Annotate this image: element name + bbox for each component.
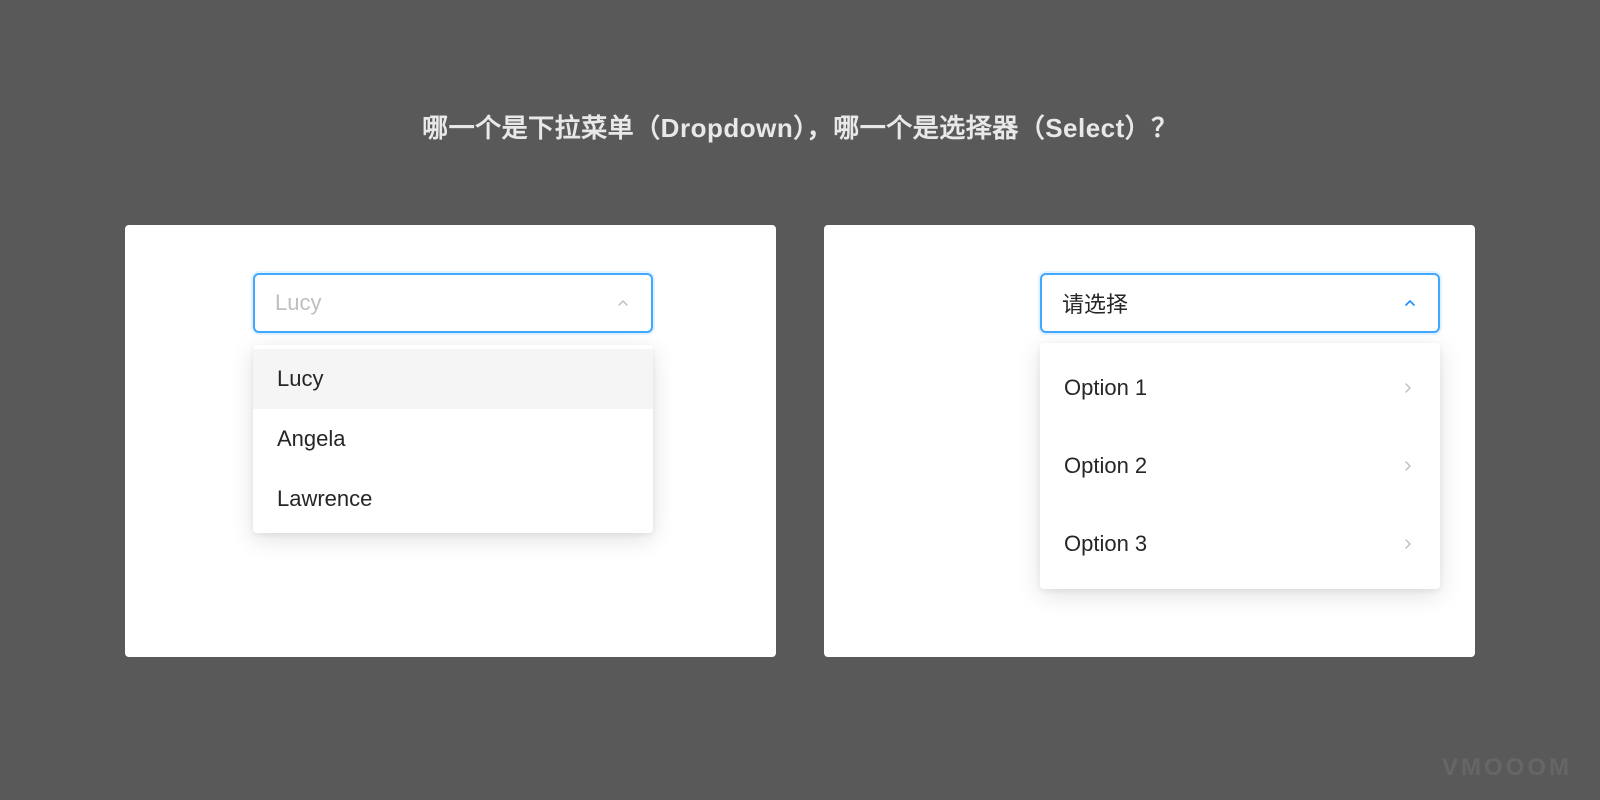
option-label: Lawrence xyxy=(277,486,372,512)
dropdown-option[interactable]: Option 3 xyxy=(1040,505,1440,583)
chevron-up-icon xyxy=(615,295,631,311)
select-control-right[interactable]: 请选择 xyxy=(1040,273,1440,333)
dropdown-popup-left: Lucy Angela Lawrence xyxy=(253,345,653,533)
chevron-right-icon xyxy=(1400,380,1416,396)
option-label: Option 2 xyxy=(1064,453,1147,479)
panel-right: 请选择 Option 1 Option 2 Option 3 xyxy=(824,225,1475,657)
dropdown-option[interactable]: Angela xyxy=(253,409,653,469)
dropdown-option[interactable]: Lawrence xyxy=(253,469,653,529)
dropdown-option[interactable]: Option 1 xyxy=(1040,349,1440,427)
watermark: VMOOOM xyxy=(1442,754,1572,782)
page-heading: 哪一个是下拉菜单（Dropdown），哪一个是选择器（Select）？ xyxy=(0,108,1600,145)
option-label: Option 3 xyxy=(1064,531,1147,557)
option-label: Option 1 xyxy=(1064,375,1147,401)
chevron-up-icon xyxy=(1402,295,1418,311)
panel-left: Lucy Lucy Angela Lawrence xyxy=(125,225,776,657)
dropdown-option[interactable]: Option 2 xyxy=(1040,427,1440,505)
dropdown-option[interactable]: Lucy xyxy=(253,349,653,409)
dropdown-popup-right: Option 1 Option 2 Option 3 xyxy=(1040,343,1440,589)
select-value-right: 请选择 xyxy=(1062,287,1128,319)
option-label: Lucy xyxy=(277,366,323,392)
chevron-right-icon xyxy=(1400,458,1416,474)
panels-row: Lucy Lucy Angela Lawrence 请选择 xyxy=(125,225,1475,657)
option-label: Angela xyxy=(277,426,346,452)
select-control-left[interactable]: Lucy xyxy=(253,273,653,333)
chevron-right-icon xyxy=(1400,536,1416,552)
select-value-left: Lucy xyxy=(275,290,321,316)
